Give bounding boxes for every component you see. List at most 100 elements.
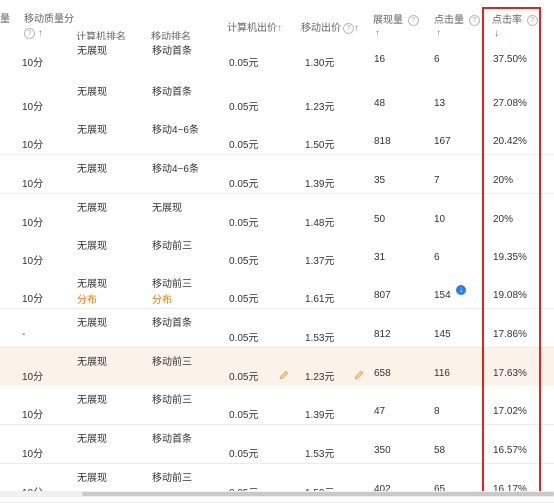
quality-score: 10分 xyxy=(22,58,44,69)
horizontal-scrollbar[interactable] xyxy=(0,491,554,497)
mobile-rank: 移动4~6条 xyxy=(152,164,199,175)
pc-rank: 无展现 xyxy=(77,357,107,368)
table-row[interactable]: 10分 无展现 移动首条 0.05元 1.30元 16 6 37.50% xyxy=(0,40,554,79)
impressions: 50 xyxy=(374,214,386,225)
pc-bid: 0.05元 xyxy=(229,333,259,344)
table-row[interactable]: 10分 无展现 移动前三 0.05元 1.23元 658 116 17.63% xyxy=(0,348,554,387)
clicks: 58 xyxy=(434,445,446,456)
sort-arrow-icon[interactable]: ↑ xyxy=(277,23,282,34)
pc-rank: 无展现 xyxy=(77,164,107,175)
quality-partial-header: 量 xyxy=(0,14,10,25)
table-row[interactable]: 10分 无展现 移动首条 0.05元 1.23元 48 13 27.08% xyxy=(0,78,554,117)
mobile-bid: 1.48元 xyxy=(305,218,335,229)
help-icon[interactable]: ? xyxy=(343,22,354,34)
pc-rank: 无展现 xyxy=(77,318,107,329)
impressions: 818 xyxy=(374,136,391,147)
pc-bid: 0.05元 xyxy=(229,58,259,69)
pc-bid: 0.05元 xyxy=(229,256,259,267)
mobile-rank: 移动首条 xyxy=(152,46,192,57)
impressions: 812 xyxy=(374,329,391,340)
pc-rank: 无展现 xyxy=(77,125,107,136)
mobile-bid: 1.53元 xyxy=(305,333,335,344)
impressions: 31 xyxy=(374,252,386,263)
clicks-sort[interactable]: ↑ xyxy=(436,28,441,39)
impressions: 48 xyxy=(374,98,386,109)
clicks: 145 xyxy=(434,329,451,340)
pc-bid: 0.05元 xyxy=(229,372,259,383)
impressions: 658 xyxy=(374,368,391,379)
mobile-bid: 1.39元 xyxy=(305,410,335,421)
impressions-header[interactable]: 展现量 ? xyxy=(373,11,419,26)
table-row[interactable]: 10分 无展现 移动4~6条 0.05元 1.39元 35 7 20% xyxy=(0,155,554,194)
clicks: 6 xyxy=(434,252,440,263)
pc-rank: 无展现 xyxy=(77,203,107,214)
pc-bid: 0.05元 xyxy=(229,294,259,305)
impressions-sort[interactable]: ↑ xyxy=(375,28,380,39)
pc-rank-distribution-link[interactable]: 分布 xyxy=(77,291,97,306)
impressions: 807 xyxy=(374,290,391,301)
pc-bid: 0.05元 xyxy=(229,410,259,421)
edit-pencil-icon[interactable] xyxy=(354,370,364,380)
edit-pencil-icon[interactable] xyxy=(279,370,289,380)
quality-score: 10分 xyxy=(22,140,44,151)
help-icon[interactable]: ? xyxy=(468,14,480,26)
table-row[interactable]: - 无展现 移动首条 0.05元 1.53元 812 145 17.86% xyxy=(0,309,554,348)
impressions: 35 xyxy=(374,175,386,186)
clicks: 154 xyxy=(434,290,451,301)
sort-arrow-icon[interactable]: ↑ xyxy=(436,28,441,39)
table-row[interactable]: 10分 无展现 移动前三 0.05元 1.39元 47 8 17.02% xyxy=(0,386,554,425)
help-icon[interactable]: ? xyxy=(24,28,35,39)
quality-sort[interactable]: ? ↑ xyxy=(22,28,43,39)
pc-rank: 无展现 xyxy=(77,241,107,252)
mobile-rank: 移动首条 xyxy=(152,434,192,445)
quality-score: - xyxy=(22,329,26,340)
quality-score: 10分 xyxy=(22,294,44,305)
quality-score: 10分 xyxy=(22,256,44,267)
pc-bid: 0.05元 xyxy=(229,218,259,229)
pc-rank: 无展现 xyxy=(77,46,107,57)
pc-bid-header[interactable]: 计算机出价↑ xyxy=(227,19,282,34)
impressions: 16 xyxy=(374,54,386,65)
pc-bid: 0.05元 xyxy=(229,179,259,190)
clicks: 10 xyxy=(434,214,446,225)
mobile-rank: 移动4~6条 xyxy=(152,125,199,136)
mobile-bid: 1.23元 xyxy=(305,102,335,113)
mobile-bid: 1.30元 xyxy=(305,58,335,69)
mobile-bid: 1.53元 xyxy=(305,449,335,460)
table-row[interactable]: 10分无展现移动前三0.05元1.50元4026516.17% xyxy=(0,464,554,503)
pc-bid: 0.05元 xyxy=(229,140,259,151)
clicks-header[interactable]: 点击量 ? xyxy=(434,11,480,26)
mobile-rank: 移动前三 xyxy=(152,279,192,290)
pc-bid: 0.05元 xyxy=(229,449,259,460)
table-row[interactable]: 10分 无展现 移动前三 分布 分布 0.05元 1.61元 807 154 19.08% ↓ xyxy=(0,270,554,309)
quality-score: 10分 xyxy=(22,372,44,383)
sort-arrow-icon[interactable]: ↑ xyxy=(375,28,380,39)
mobile-bid-header[interactable]: 移动出价? ↑ xyxy=(301,19,359,34)
table-row[interactable]: 10分 无展现 移动前三 0.05元 1.37元 31 6 19.35% xyxy=(0,232,554,271)
impressions: 47 xyxy=(374,406,386,417)
download-info-icon[interactable]: ↓ xyxy=(456,285,466,295)
mobile-bid: 1.37元 xyxy=(305,256,335,267)
mobile-rank: 移动前三 xyxy=(152,395,192,406)
clicks: 13 xyxy=(434,98,446,109)
mobile-bid: 1.23元 xyxy=(305,372,335,383)
pc-rank: 无展现 xyxy=(77,279,107,290)
mobile-rank-distribution-link[interactable]: 分布 xyxy=(152,291,172,306)
scrollbar-thumb[interactable] xyxy=(82,492,554,496)
pc-bid: 0.05元 xyxy=(229,102,259,113)
table-row[interactable]: 10分 无展现 无展现 0.05元 1.48元 50 10 20% xyxy=(0,194,554,233)
sort-arrow-icon[interactable]: ↑ xyxy=(38,28,43,39)
mobile-quality-header: 移动质量分 xyxy=(24,14,74,25)
quality-score: 10分 xyxy=(22,410,44,421)
quality-score: 10分 xyxy=(22,102,44,113)
sort-arrow-icon[interactable]: ↑ xyxy=(354,23,359,34)
table-row[interactable]: 10分 无展现 移动首条 0.05元 1.53元 350 58 16.57% xyxy=(0,425,554,464)
help-icon[interactable]: ? xyxy=(407,14,419,26)
mobile-rank: 移动前三 xyxy=(152,357,192,368)
quality-score: 10分 xyxy=(22,179,44,190)
pc-rank: 无展现 xyxy=(77,87,107,98)
pc-rank: 无展现 xyxy=(77,434,107,445)
mobile-rank: 移动首条 xyxy=(152,87,192,98)
mobile-rank: 无展现 xyxy=(152,203,182,214)
table-row[interactable]: 10分 无展现 移动4~6条 0.05元 1.50元 818 167 20.42% xyxy=(0,116,554,155)
